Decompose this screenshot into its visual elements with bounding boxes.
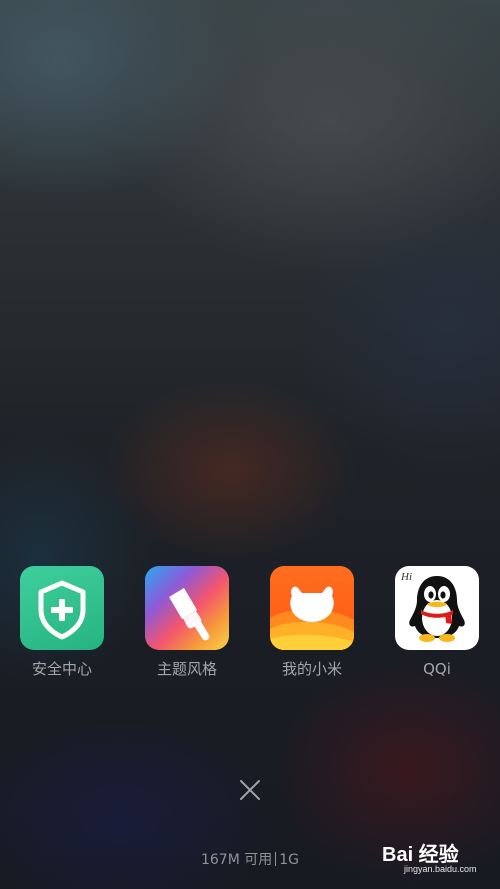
- watermark-url: jingyan.baidu.com: [404, 864, 477, 874]
- app-label-security-center: 安全中心: [31, 660, 92, 678]
- svg-text:Hi: Hi: [400, 571, 412, 583]
- shield-plus-icon: [20, 566, 104, 650]
- app-label-qq: QQi: [423, 660, 451, 678]
- mi-bunny-icon: [270, 566, 354, 650]
- qq-penguin-icon: Hi: [395, 566, 479, 650]
- blurred-wallpaper: [0, 0, 500, 889]
- recent-app-qq[interactable]: Hi QQi: [382, 566, 492, 679]
- recent-app-security-center[interactable]: 安全中心: [7, 566, 117, 679]
- recent-app-themes[interactable]: 主题风格: [132, 566, 242, 679]
- memory-available: 167M 可用: [200, 852, 273, 868]
- app-label-my-xiaomi: 我的小米: [281, 660, 342, 678]
- baidu-jingyan-watermark: Bai 经验 jingyan.baidu.com: [382, 838, 477, 878]
- paintbrush-icon: [145, 566, 229, 650]
- memory-total: 1G: [279, 852, 300, 868]
- close-icon: [240, 780, 260, 800]
- recent-apps-row: 安全中心 主题风格 我的小米 Hi QQi: [0, 566, 500, 686]
- watermark-brand: Bai 经验: [382, 844, 459, 866]
- clear-recents-button[interactable]: [230, 770, 270, 810]
- memory-divider: [275, 852, 277, 866]
- app-label-themes: 主题风格: [156, 660, 217, 678]
- recent-app-my-xiaomi[interactable]: 我的小米: [257, 566, 367, 679]
